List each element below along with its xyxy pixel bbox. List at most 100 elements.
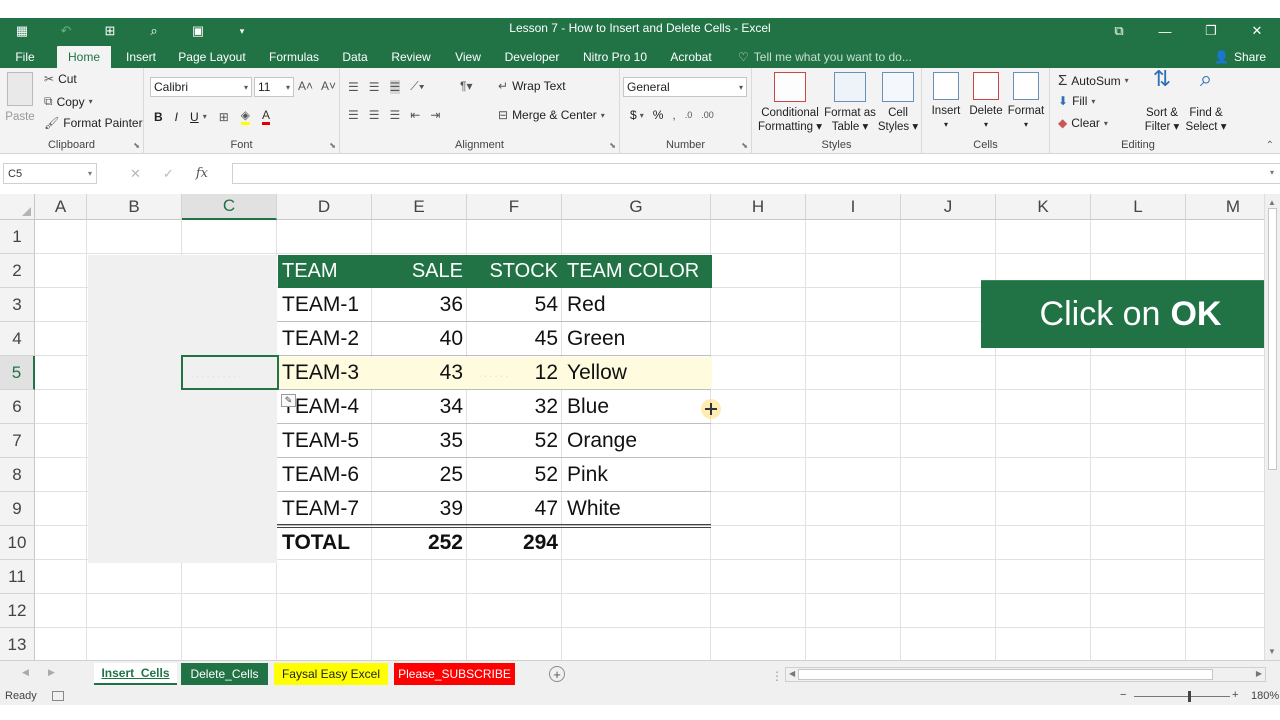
close-icon[interactable]: ✕ [1234,18,1280,44]
font-size-select[interactable]: 11 ▾ [254,77,294,97]
zoom-out-icon[interactable]: − [1120,689,1126,701]
tab-file[interactable]: File [6,46,44,68]
row-header-13[interactable]: 13 [0,628,35,660]
row-header-12[interactable]: 12 [0,594,35,628]
tab-review[interactable]: Review [387,46,435,68]
scroll-down-icon[interactable]: ▼ [1268,647,1276,656]
tab-data[interactable]: Data [336,46,374,68]
tab-developer[interactable]: Developer [500,46,564,68]
scroll-up-icon[interactable]: ▲ [1268,198,1276,207]
next-sheet-icon[interactable]: ▶ [48,667,55,678]
table-header-cell[interactable]: SALE [372,254,467,288]
tab-nitro[interactable]: Nitro Pro 10 [578,46,652,68]
increase-decimal-icon[interactable]: .0 [685,110,693,120]
sort-filter-button[interactable]: ⇅ Sort & Filter ▾ [1140,68,1184,134]
table-header-cell[interactable]: TEAM COLOR [562,254,711,288]
column-header-j[interactable]: J [901,194,996,220]
format-cells-button[interactable]: Format ▾ [1006,72,1046,132]
chevron-down-icon[interactable]: ▾ [203,112,207,121]
scroll-right-icon[interactable]: ▶ [1256,669,1262,678]
paste-options-icon[interactable]: ✎ [281,394,296,407]
decrease-decimal-icon[interactable]: .00 [701,110,714,120]
save-icon[interactable]: ▣ [176,18,220,44]
percent-button[interactable]: % [653,108,664,122]
cancel-icon[interactable]: ✕ [130,166,141,182]
customize-qat-icon[interactable]: ▾ [220,18,264,44]
chevron-down-icon[interactable]: ▾ [1270,168,1274,177]
column-header-i[interactable]: I [806,194,901,220]
fill-color-icon[interactable]: ◈ [240,108,250,125]
column-header-a[interactable]: A [35,194,87,220]
tab-formulas[interactable]: Formulas [262,46,326,68]
tab-home[interactable]: Home [57,46,111,68]
table-cell[interactable]: TEAM-2 [277,322,372,356]
chevron-down-icon[interactable]: ▾ [640,111,644,120]
collapse-ribbon-icon[interactable]: ⌃ [1266,140,1274,151]
select-all-corner[interactable] [0,194,35,220]
dialog-launcher-icon[interactable]: ⬊ [329,141,336,150]
copy-button[interactable]: ⧉ Copy ▾ [44,94,93,109]
scroll-thumb[interactable] [798,669,1213,680]
tell-me-search[interactable]: ♡ Tell me what you want to do... [738,46,912,68]
undo-icon[interactable]: ↶ [44,18,88,44]
table-cell[interactable]: 40 [372,322,467,356]
paste-button[interactable]: Paste [4,72,36,124]
table-cell[interactable]: TEAM-1 [277,288,372,322]
fill-button[interactable]: ⬇ Fill ▾ [1058,94,1095,108]
borders-icon[interactable]: ⊞ [219,110,229,124]
align-left-icon[interactable]: ☰ [348,108,359,122]
row-header-11[interactable]: 11 [0,560,35,594]
tab-page-layout[interactable]: Page Layout [174,46,250,68]
table-cell[interactable]: TEAM-6 [277,458,372,492]
table-cell[interactable]: TEAM-5 [277,424,372,458]
table-cell[interactable]: 52 [467,424,562,458]
clear-button[interactable]: ◆ Clear ▾ [1058,116,1108,130]
scroll-left-icon[interactable]: ◀ [789,669,795,678]
align-center-icon[interactable]: ☰ [369,108,380,122]
table-cell[interactable]: Yellow [562,356,711,390]
row-header-5[interactable]: 5 [0,356,35,390]
print-preview-icon[interactable]: ⌕ [132,18,176,44]
cell-styles-button[interactable]: Cell Styles ▾ [876,72,920,134]
vertical-scrollbar[interactable]: ▲ ▼ [1264,194,1280,660]
sheet-tab-delete-cells[interactable]: Delete_Cells [181,663,268,685]
table-cell[interactable]: 54 [467,288,562,322]
column-header-d[interactable]: D [277,194,372,220]
table-cell[interactable]: Pink [562,458,711,492]
table-cell[interactable]: 36 [372,288,467,322]
delete-cells-button[interactable]: Delete ▾ [968,72,1004,132]
cut-button[interactable]: ✂ Cut [44,72,77,86]
sheet-tab-please-subscribe[interactable]: Please_SUBSCRIBE [394,663,515,685]
tab-view[interactable]: View [448,46,488,68]
bold-button[interactable]: B [154,110,163,124]
table-cell[interactable]: 25 [372,458,467,492]
table-cell[interactable]: 35 [372,424,467,458]
tab-insert[interactable]: Insert [118,46,164,68]
align-top-icon[interactable]: ☰ [348,80,359,94]
table-cell[interactable]: Orange [562,424,711,458]
row-header-8[interactable]: 8 [0,458,35,492]
table-cell[interactable]: 43 [372,356,467,390]
decrease-font-icon[interactable]: A˅ [321,79,336,93]
row-header-2[interactable]: 2 [0,254,35,288]
column-header-e[interactable]: E [372,194,467,220]
column-header-k[interactable]: K [996,194,1091,220]
minimize-icon[interactable]: — [1142,18,1188,44]
column-header-f[interactable]: F [467,194,562,220]
row-header-1[interactable]: 1 [0,220,35,254]
zoom-slider[interactable] [1134,696,1230,697]
new-sheet-button[interactable]: + [549,666,565,682]
increase-indent-icon[interactable]: ⇥ [430,108,440,122]
table-cell[interactable]: Blue [562,390,711,424]
tab-acrobat[interactable]: Acrobat [664,46,718,68]
zoom-slider-knob[interactable] [1188,691,1191,702]
column-header-c[interactable]: C [182,194,277,220]
row-header-10[interactable]: 10 [0,526,35,560]
table-cell[interactable]: White [562,492,711,526]
table-cell[interactable]: Red [562,288,711,322]
conditional-formatting-button[interactable]: Conditional Formatting ▾ [756,72,824,134]
number-format-select[interactable]: General ▾ [623,77,747,97]
align-middle-icon[interactable]: ☰ [369,80,380,94]
table-total-cell[interactable]: TOTAL [277,526,372,560]
zoom-level[interactable]: 180% [1251,690,1279,702]
